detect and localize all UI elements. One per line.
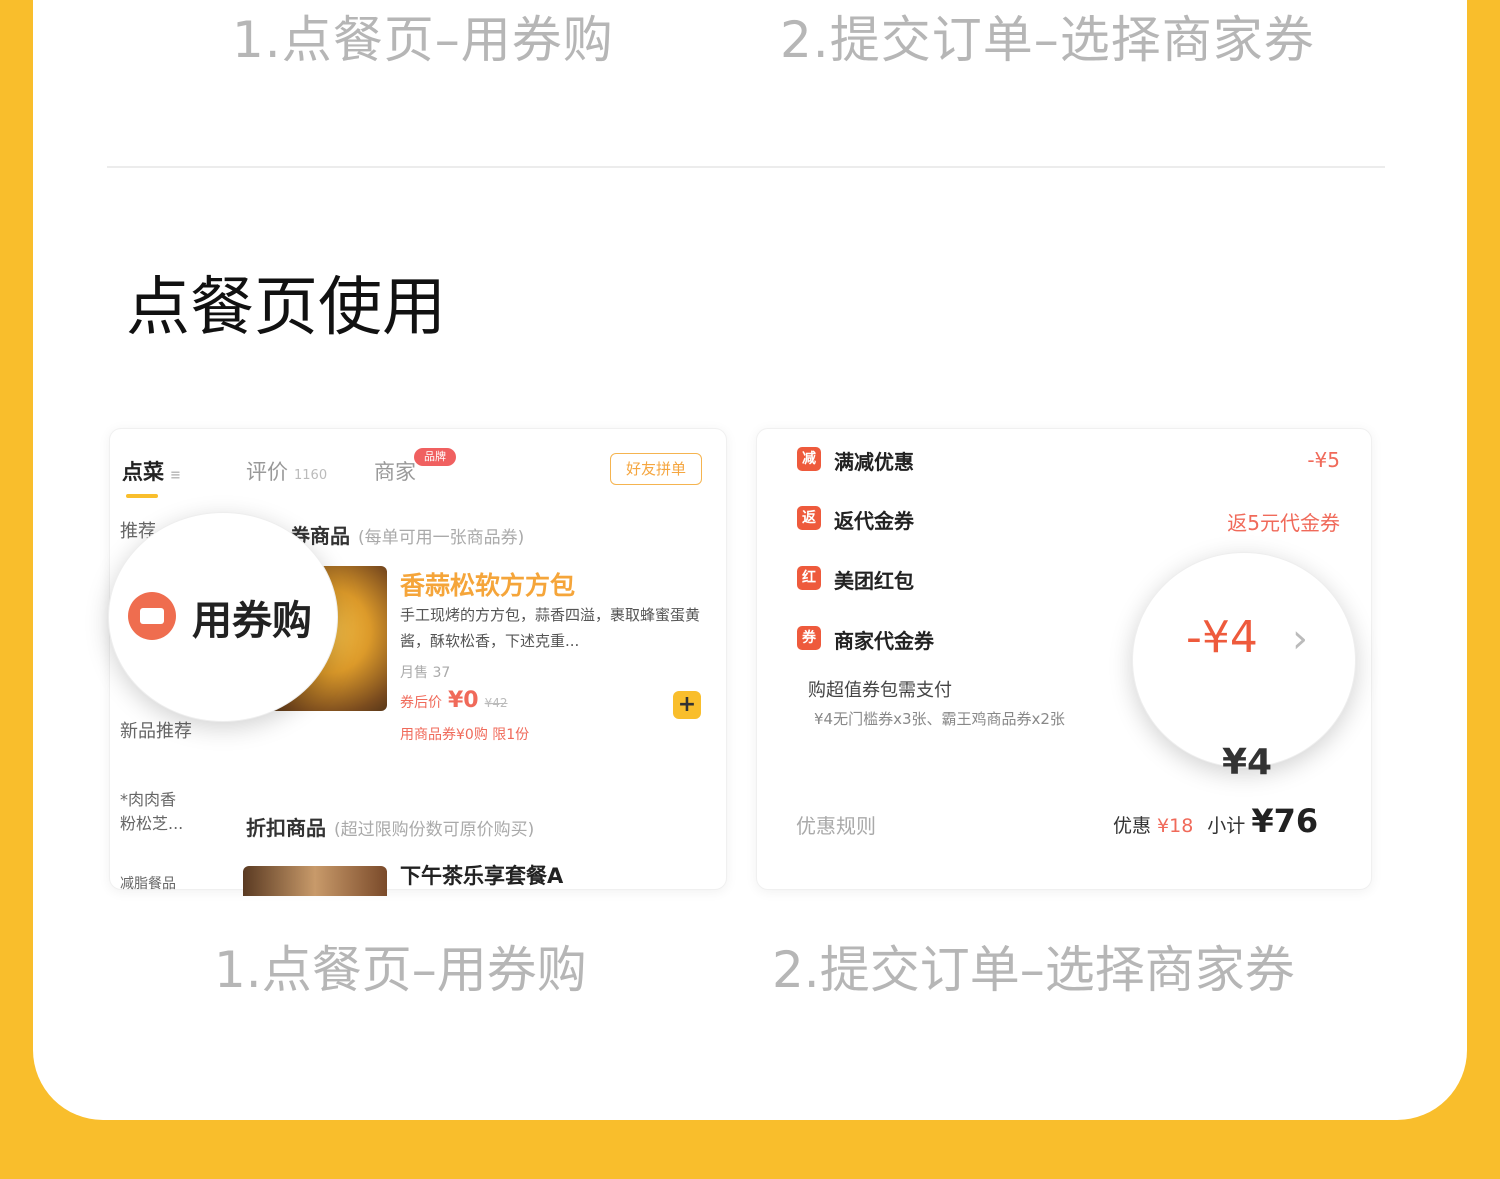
- add-to-cart-button[interactable]: +: [673, 691, 701, 719]
- item-title[interactable]: 香蒜松软方方包: [400, 566, 575, 602]
- top-caption-1: 1.点餐页–用券购: [232, 11, 614, 69]
- item-description: 手工现烤的方方包，蒜香四溢，裹取蜂蜜蛋黄酱，酥软松香，下述克重...: [400, 606, 701, 650]
- coupon-buy-label[interactable]: 用券购: [192, 588, 312, 646]
- merchant-voucher-value[interactable]: -¥4: [1186, 612, 1258, 663]
- caption-ordering-page: 1.点餐页–用券购: [214, 941, 587, 999]
- red-packet-icon: 红: [797, 566, 821, 590]
- package-price: ¥4: [1222, 742, 1273, 783]
- chevron-right-icon[interactable]: ›: [1292, 616, 1308, 662]
- tab-merchant[interactable]: 商家: [374, 456, 416, 486]
- sidebar-item-product[interactable]: *肉肉香 粉松芝...: [120, 788, 183, 836]
- package-description: ¥4无门槛券x3张、霸王鸡商品券x2张: [814, 710, 1065, 728]
- row-full-reduction-value: -¥5: [1307, 448, 1340, 472]
- divider: [107, 166, 1385, 168]
- coupon-icon: [128, 592, 176, 640]
- item-price: 券后价 ¥0 ¥42: [400, 688, 508, 713]
- coupon-section-header: 券商品 (每单可用一张商品券): [290, 524, 525, 548]
- merchant-badge: 品牌: [414, 448, 456, 466]
- tab-active-indicator: [126, 494, 158, 498]
- discount-rules-link[interactable]: 优惠规则: [796, 810, 876, 839]
- discount-icon: 减: [797, 447, 821, 471]
- item-2-title[interactable]: 下午茶乐享套餐A: [400, 860, 563, 890]
- row-return-voucher-label: 返代金券: [834, 509, 914, 533]
- item-coupon-limit: 用商品券¥0购 限1份: [400, 727, 530, 743]
- item-sales: 月售 37: [400, 665, 451, 681]
- return-voucher-icon: 返: [797, 506, 821, 530]
- package-title: 购超值券包需支付: [808, 680, 952, 701]
- tab-order[interactable]: 点菜 ≡: [122, 456, 181, 486]
- row-red-packet-label[interactable]: 美团红包: [834, 565, 914, 594]
- row-return-voucher-value: 返5元代金券: [1227, 511, 1340, 535]
- sidebar-item-new[interactable]: 新品推荐: [120, 720, 192, 744]
- sidebar-item-diet[interactable]: 减脂餐品: [120, 872, 176, 896]
- discount-section-header: 折扣商品 (超过限购份数可原价购买): [246, 816, 535, 840]
- group-order-button[interactable]: 好友拼单: [610, 453, 702, 485]
- food-image-2[interactable]: [243, 866, 387, 896]
- section-title: 点餐页使用: [126, 271, 446, 345]
- top-caption-2: 2.提交订单–选择商家券: [780, 11, 1315, 69]
- row-merchant-voucher-label[interactable]: 商家代金券: [834, 625, 934, 654]
- order-totals: 优惠 ¥18 小计 ¥76: [1113, 802, 1319, 840]
- tab-reviews[interactable]: 评价 1160: [246, 456, 327, 486]
- merchant-voucher-icon: 券: [797, 626, 821, 650]
- caption-submit-order: 2.提交订单–选择商家券: [772, 941, 1295, 999]
- row-full-reduction-label: 满减优惠: [834, 450, 914, 474]
